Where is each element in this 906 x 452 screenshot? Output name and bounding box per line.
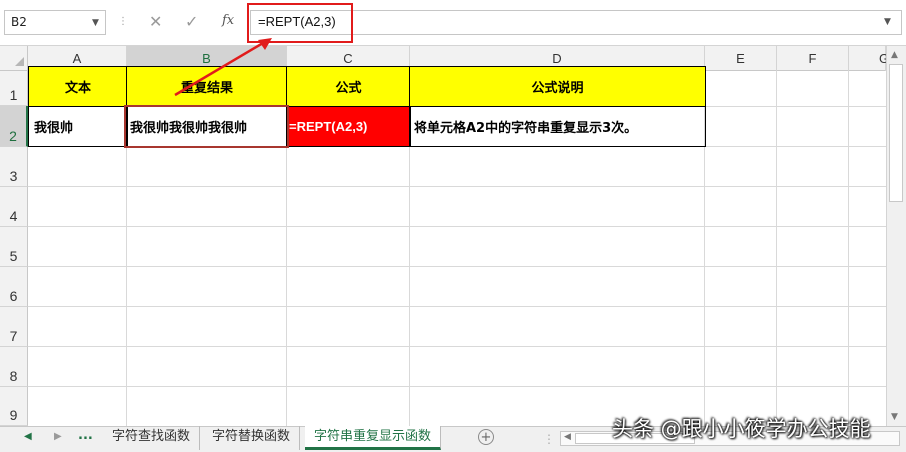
gridline xyxy=(28,226,886,227)
arrow-down-icon[interactable]: ▼ xyxy=(891,412,898,422)
chevron-down-icon[interactable]: ▼ xyxy=(92,18,99,28)
active-cell-selection xyxy=(124,105,289,148)
column-header-g[interactable]: G xyxy=(849,46,889,71)
gridline xyxy=(28,306,886,307)
watermark: 头条 @跟小小筱学办公技能 xyxy=(612,417,871,441)
row-header-6[interactable]: 6 xyxy=(0,267,28,307)
cell-b1[interactable]: 重复结果 xyxy=(126,66,288,107)
row-header-3[interactable]: 3 xyxy=(0,147,28,187)
vertical-scroll-thumb[interactable] xyxy=(889,64,903,202)
row-header-4[interactable]: 4 xyxy=(0,187,28,227)
column-header-e[interactable]: E xyxy=(705,46,777,71)
tab-sheet-find[interactable]: 字符查找函数 xyxy=(103,426,201,450)
select-all-triangle-icon xyxy=(15,57,24,66)
tab-sheet-repeat[interactable]: 字符串重复显示函数 xyxy=(305,426,442,450)
tab-split-handle-icon[interactable]: ⋮ xyxy=(543,432,555,446)
column-header-f[interactable]: F xyxy=(777,46,849,71)
fx-icon[interactable]: fx xyxy=(222,13,234,28)
row-header-8[interactable]: 8 xyxy=(0,347,28,387)
arrow-left-icon[interactable]: ◀ xyxy=(564,432,571,442)
cancel-x-icon[interactable]: ✕ xyxy=(149,12,162,31)
gridline xyxy=(776,71,777,426)
cell-c2[interactable]: =REPT(A2,3) xyxy=(286,106,411,147)
row-header-1[interactable]: 1 xyxy=(0,71,28,106)
row-header-7[interactable]: 7 xyxy=(0,307,28,347)
formula-callout-box xyxy=(247,3,353,43)
cell-c1[interactable]: 公式 xyxy=(286,66,411,107)
check-icon[interactable]: ✓ xyxy=(185,12,198,31)
row-header-5[interactable]: 5 xyxy=(0,227,28,267)
add-sheet-icon[interactable]: + xyxy=(478,429,494,445)
more-sheets-button[interactable]: ... xyxy=(78,428,93,443)
chevron-down-icon[interactable]: ▼ xyxy=(884,17,891,27)
cell-a2[interactable]: 我很帅 xyxy=(28,106,128,147)
cell-d1[interactable]: 公式说明 xyxy=(409,66,706,107)
arrow-up-icon[interactable]: ▲ xyxy=(891,50,898,60)
row-header-2[interactable]: 2 xyxy=(0,106,28,147)
gridline xyxy=(28,266,886,267)
name-box[interactable]: B2 xyxy=(4,10,106,35)
separator-dots-icon: ⋮ xyxy=(118,16,128,27)
gridline xyxy=(848,71,849,426)
gridline xyxy=(28,386,886,387)
gridline xyxy=(28,346,886,347)
cell-a1[interactable]: 文本 xyxy=(28,66,128,107)
cell-d2[interactable]: 将单元格A2中的字符串重复显示3次。 xyxy=(409,106,706,147)
gridline xyxy=(28,186,886,187)
arrow-right-icon[interactable]: ▶ xyxy=(54,431,62,442)
tab-sheet-replace[interactable]: 字符替换函数 xyxy=(203,426,301,450)
arrow-left-icon[interactable]: ◀ xyxy=(24,431,32,442)
row-header-9[interactable]: 9 xyxy=(0,387,28,426)
